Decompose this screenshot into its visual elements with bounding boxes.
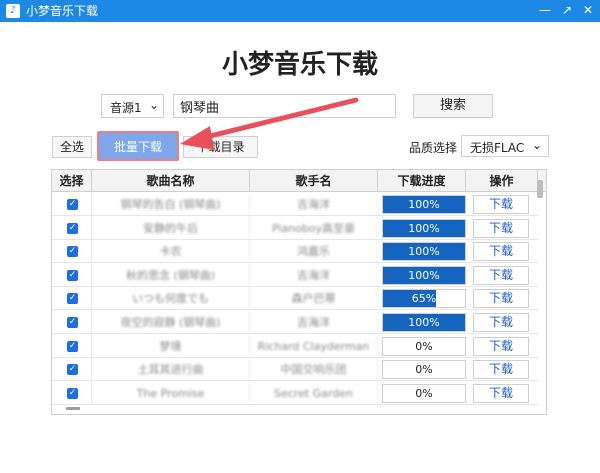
header-artist: 歌手名 — [250, 170, 378, 192]
artist-name: 森户巴蒂 — [250, 287, 378, 311]
app-heading: 小梦音乐下载 — [221, 50, 378, 80]
progress-text: 100% — [408, 221, 440, 235]
annotation-arrow-icon — [180, 97, 359, 150]
artist-name: 鸿嘉乐 — [250, 240, 378, 264]
download-progress: 100% — [382, 242, 466, 262]
download-progress: 0% — [382, 336, 466, 356]
checkbox-checked-icon[interactable]: ✓ — [67, 222, 78, 234]
artist-name: 吉海洋 — [250, 193, 378, 216]
table-row: ✓ The Promise Secret Garden 0% 下载 — [52, 381, 538, 405]
music-note-icon: ♪ — [6, 4, 20, 18]
table-row: ✓ 秋的思念 (钢琴曲) 吉海洋 100% 下载 — [52, 263, 538, 287]
song-name: 夜空的寂静 (钢琴曲) — [92, 311, 250, 334]
artist-name: 中国交响乐团 — [250, 358, 378, 382]
download-progress: 100% — [382, 265, 466, 285]
song-name: 安静的午后 — [92, 216, 250, 240]
progress-text: 100% — [408, 245, 440, 259]
download-button[interactable]: 下载 — [473, 360, 529, 380]
download-progress: 0% — [382, 383, 466, 403]
row-select-cell[interactable]: ✓ — [52, 287, 92, 311]
checkbox-checked-icon[interactable]: ✓ — [67, 317, 78, 328]
table-row: ✓ 梦境 Richard Clayderman 0% 下载 — [52, 334, 538, 358]
row-select-cell[interactable]: ✓ — [52, 240, 92, 264]
progress-text: 65% — [411, 292, 437, 306]
download-button[interactable]: 下载 — [473, 195, 529, 214]
window-title: 小梦音乐下载 — [26, 4, 99, 18]
quality-select[interactable]: 无损FLAC ⌄ — [461, 135, 549, 157]
header-action: 操作 — [466, 170, 538, 192]
song-name: 梦境 — [92, 334, 250, 358]
table-header: 选择 歌曲名称 歌手名 下载进度 操作 — [52, 170, 546, 192]
batch-download-button[interactable]: 批量下载 — [97, 131, 179, 161]
vertical-scrollbar[interactable] — [537, 180, 543, 198]
quality-label: 品质选择 — [409, 141, 458, 155]
progress-text: 100% — [408, 316, 440, 329]
row-select-cell[interactable]: ✓ — [52, 358, 92, 382]
header-select: 选择 — [52, 170, 92, 192]
download-progress: 0% — [382, 360, 466, 380]
checkbox-checked-icon[interactable]: ✓ — [67, 246, 78, 258]
row-select-cell[interactable]: ✓ — [52, 216, 92, 240]
minimize-icon[interactable]: — — [537, 2, 553, 18]
horizontal-scrollbar[interactable] — [66, 407, 80, 410]
download-progress: 100% — [382, 218, 466, 238]
header-progress: 下载进度 — [378, 170, 466, 192]
table-row: ✓ 安静的午后 Pianoboy高至豪 100% 下载 — [52, 216, 538, 240]
select-all-button[interactable]: 全选 — [52, 136, 92, 158]
progress-text: 100% — [408, 198, 440, 211]
artist-name: Pianoboy高至豪 — [250, 216, 378, 240]
download-progress: 100% — [382, 195, 466, 214]
table-row: ✓ 夜空的寂静 (钢琴曲) 吉海洋 100% 下载 — [52, 311, 538, 334]
checkbox-checked-icon[interactable]: ✓ — [67, 387, 78, 399]
checkbox-checked-icon[interactable]: ✓ — [67, 293, 78, 305]
download-button[interactable]: 下载 — [473, 313, 529, 332]
row-select-cell[interactable]: ✓ — [52, 263, 92, 287]
song-name: The Promise — [92, 381, 250, 405]
table-row: ✓ 卡农 鸿嘉乐 100% 下载 — [52, 240, 538, 264]
close-icon[interactable]: ✕ — [580, 2, 596, 18]
search-button[interactable]: 搜索 — [413, 94, 493, 118]
artist-name: Richard Clayderman — [250, 334, 378, 358]
chevron-down-icon: ⌄ — [531, 138, 542, 152]
song-name: 秋的思念 (钢琴曲) — [92, 263, 250, 287]
song-name: 土耳其进行曲 — [92, 358, 250, 382]
window-titlebar: ♪ 小梦音乐下载 — ↗ ✕ — [0, 0, 600, 22]
artist-name: Secret Garden — [250, 381, 378, 405]
song-table: 选择 歌曲名称 歌手名 下载进度 操作 ✓ 钢琴的告白 (钢琴曲) 吉海洋 100% 下… — [51, 169, 547, 415]
source-select[interactable]: 音源1 ⌄ — [101, 94, 164, 118]
maximize-icon[interactable]: ↗ — [559, 2, 575, 18]
download-button[interactable]: 下载 — [473, 383, 529, 403]
download-progress: 100% — [382, 313, 466, 332]
chevron-down-icon: ⌄ — [148, 98, 159, 112]
table-row: ✓ いつも何度でも 森户巴蒂 65% 下载 — [52, 287, 538, 311]
download-button[interactable]: 下载 — [473, 242, 529, 262]
download-progress: 65% — [382, 289, 466, 309]
row-select-cell[interactable]: ✓ — [52, 381, 92, 405]
song-name: 钢琴的告白 (钢琴曲) — [92, 193, 250, 216]
progress-text: 0% — [415, 339, 433, 353]
download-button[interactable]: 下载 — [473, 289, 529, 309]
row-select-cell[interactable]: ✓ — [52, 193, 92, 216]
song-name: いつも何度でも — [92, 287, 250, 311]
artist-name: 吉海洋 — [250, 311, 378, 334]
table-row: ✓ 土耳其进行曲 中国交响乐团 0% 下载 — [52, 358, 538, 382]
checkbox-checked-icon[interactable]: ✓ — [67, 199, 78, 210]
source-select-value: 音源1 — [110, 101, 142, 115]
song-name: 卡农 — [92, 240, 250, 264]
artist-name: 吉海洋 — [250, 263, 378, 287]
checkbox-checked-icon[interactable]: ✓ — [67, 364, 78, 376]
progress-text: 0% — [415, 386, 433, 400]
row-select-cell[interactable]: ✓ — [52, 334, 92, 358]
download-button[interactable]: 下载 — [473, 218, 529, 238]
row-select-cell[interactable]: ✓ — [52, 311, 92, 334]
table-row: ✓ 钢琴的告白 (钢琴曲) 吉海洋 100% 下载 — [52, 193, 538, 216]
progress-text: 100% — [408, 268, 440, 282]
header-song: 歌曲名称 — [92, 170, 250, 192]
checkbox-checked-icon[interactable]: ✓ — [67, 269, 78, 281]
download-button[interactable]: 下载 — [473, 265, 529, 285]
checkbox-checked-icon[interactable]: ✓ — [67, 340, 78, 352]
download-button[interactable]: 下载 — [473, 336, 529, 356]
quality-select-value: 无损FLAC — [470, 141, 525, 155]
progress-text: 0% — [415, 363, 433, 377]
